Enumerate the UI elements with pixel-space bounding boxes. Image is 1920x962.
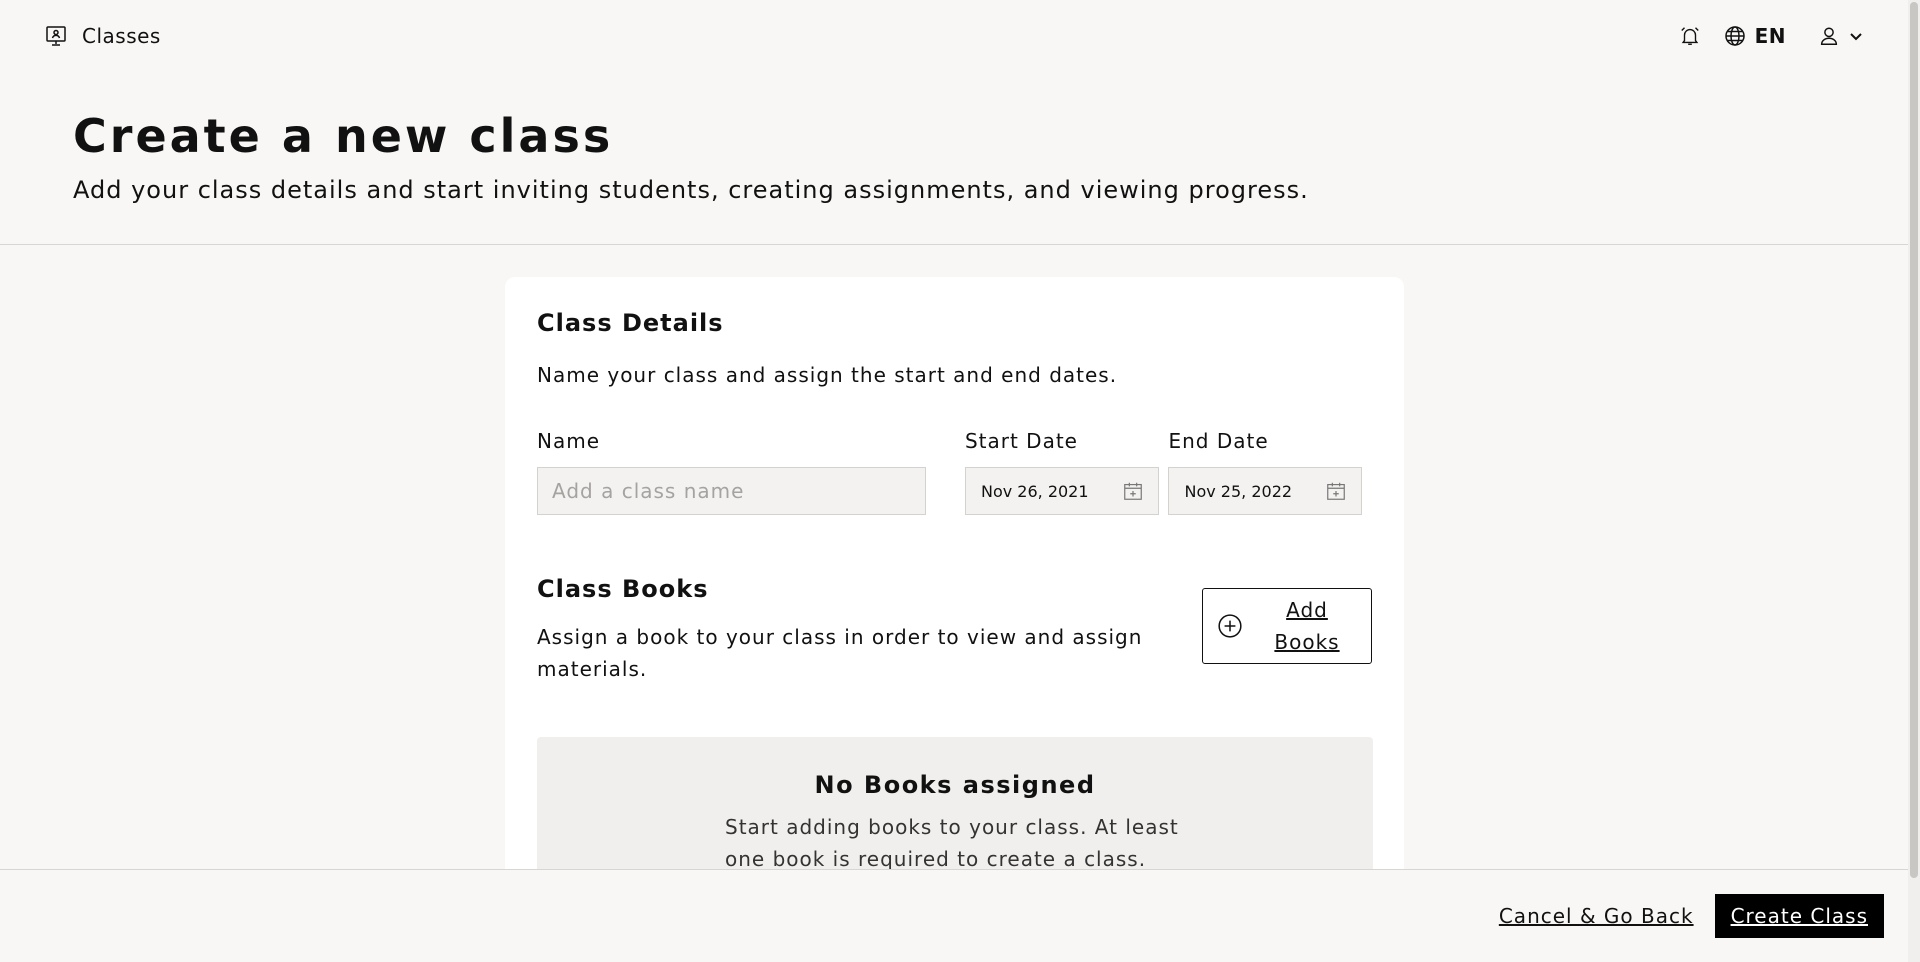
- calendar-icon: [1327, 482, 1346, 500]
- start-date-value: Nov 26, 2021: [980, 481, 1089, 501]
- notifications-button[interactable]: [1679, 25, 1701, 47]
- page-title: Create a new class: [73, 109, 614, 163]
- create-class-card: Class Details Name your class and assign…: [505, 277, 1404, 897]
- add-books-label: Add Books: [1274, 598, 1340, 654]
- end-date-field: End Date Nov 25, 2022: [1168, 429, 1372, 515]
- calendar-icon: [1124, 482, 1142, 500]
- alarm-bell-icon: [1680, 27, 1699, 45]
- class-books-description: Assign a book to your class in order to …: [537, 625, 1143, 681]
- page-subtitle: Add your class details and start invitin…: [73, 176, 1309, 204]
- class-books-header: Class Books Assign a book to your class …: [537, 575, 1372, 685]
- class-name-input[interactable]: [537, 467, 926, 515]
- class-books-text: Class Books Assign a book to your class …: [537, 575, 1157, 685]
- user-icon: [1820, 27, 1838, 45]
- create-class-button[interactable]: Create Class: [1714, 894, 1884, 938]
- class-details-title: Class Details: [537, 309, 724, 337]
- globe-icon: [1724, 26, 1745, 46]
- language-selector[interactable]: EN: [1723, 24, 1786, 48]
- start-date-label: Start Date: [964, 429, 1078, 453]
- end-date-value: Nov 25, 2022: [1184, 481, 1293, 501]
- name-field: Name: [537, 429, 965, 515]
- name-label: Name: [537, 429, 601, 453]
- page-scrollbar[interactable]: [1908, 0, 1920, 962]
- page-header: Create a new class Add your class detail…: [0, 72, 1908, 245]
- add-books-button[interactable]: Add Books: [1202, 588, 1372, 664]
- empty-state-title: No Books assigned: [814, 771, 1096, 799]
- scrollbar-thumb[interactable]: [1910, 2, 1918, 878]
- start-date-field: Start Date Nov 26, 2021: [964, 429, 1169, 515]
- plus-circle-icon: [1218, 614, 1242, 638]
- empty-state-description: Start adding books to your class. At lea…: [725, 815, 1179, 871]
- cancel-go-back-link[interactable]: Cancel & Go Back: [1499, 904, 1694, 928]
- class-details-fields: Name Start Date Nov 26, 2021 End Date No…: [537, 429, 1372, 515]
- end-date-picker[interactable]: Nov 25, 2022: [1168, 467, 1363, 515]
- brand-link[interactable]: Classes: [44, 24, 161, 48]
- brand-label: Classes: [82, 24, 161, 48]
- top-actions: EN: [1679, 24, 1864, 48]
- presentation-board-icon: [46, 26, 66, 46]
- user-menu-button[interactable]: [1818, 25, 1864, 47]
- class-details-description: Name your class and assign the start and…: [537, 363, 1118, 387]
- footer-action-bar: Cancel & Go Back Create Class: [0, 869, 1908, 962]
- end-date-label: End Date: [1168, 429, 1269, 453]
- chevron-down-icon: [1850, 33, 1862, 41]
- top-nav: Classes EN: [0, 0, 1908, 72]
- start-date-picker[interactable]: Nov 26, 2021: [964, 467, 1159, 515]
- class-books-title: Class Books: [537, 575, 709, 603]
- language-label: EN: [1754, 24, 1786, 48]
